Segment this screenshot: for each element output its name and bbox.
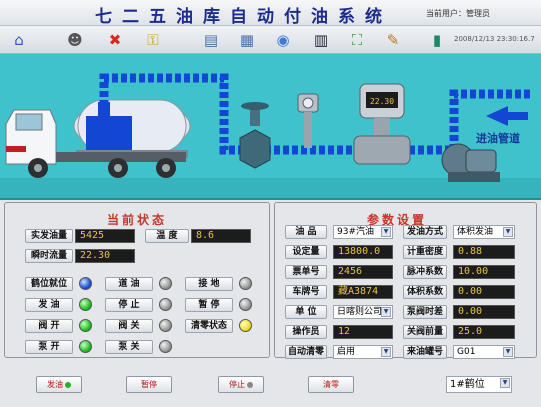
meter-display: 22.30 — [370, 97, 394, 106]
setpoint-label: 设定量 — [285, 245, 327, 259]
chevron-down-icon: ▼ — [503, 347, 513, 357]
pump-valve-delay-label: 泵阀时差 — [403, 305, 447, 319]
valve-open-led — [79, 319, 92, 332]
density-value[interactable]: 0.88 — [453, 245, 515, 259]
users-icon[interactable]: ☻ — [64, 29, 86, 51]
params-section: 参数设置 油 品 93#汽油 ▼ 发油方式 体积发油 ▼ 设定量 13800.0 计… — [274, 202, 537, 359]
indicator-label: 鹤位就位 — [25, 277, 73, 291]
crane-ready-led — [79, 277, 92, 290]
crane-position-select[interactable]: 1#鹤位 ▼ — [446, 376, 512, 393]
lane-led — [159, 277, 172, 290]
valve-open-button[interactable]: 阀 开 — [25, 319, 73, 333]
process-scene: 22.30 进油管道 — [0, 54, 541, 200]
inlet-arrow-icon — [486, 106, 528, 126]
pulse-value[interactable]: 10.00 — [453, 265, 515, 279]
stop-button[interactable]: 停止 — [218, 376, 264, 393]
terminal-icon[interactable]: ▦ — [236, 29, 258, 51]
inlet-label: 进油管道 — [476, 131, 520, 145]
operator-value[interactable]: 12 — [333, 325, 393, 339]
current-user: 当前用户：管理员 — [426, 9, 490, 18]
pulse-label: 脉冲系数 — [403, 265, 447, 279]
pressure-transmitter — [297, 93, 319, 148]
ticket-label: 票单号 — [285, 265, 327, 279]
flow-meter: 22.30 — [353, 83, 411, 165]
flow-rate-value: 22.30 — [75, 249, 135, 263]
status-title: 当前状态 — [107, 213, 168, 227]
process-diagram: 22.30 进油管道 — [0, 73, 541, 198]
clear-status-led — [239, 319, 252, 332]
toolbar: ⌂ ☻ ✖ ⚿ ▤ ▦ ◉ ▥ ⛶ ✎ ▮ 2008/12/13 23:30:1… — [0, 26, 541, 54]
network-icon[interactable]: ⛶ — [346, 29, 368, 51]
monitor-icon[interactable]: ▤ — [200, 29, 222, 51]
clear-button[interactable]: 清零 — [308, 376, 354, 393]
clear-status-label: 清零状态 — [185, 319, 233, 333]
disc-icon[interactable]: ◉ — [272, 29, 294, 51]
chevron-down-icon: ▼ — [381, 227, 391, 237]
datetime: 2008/12/13 23:30:16.7 — [454, 35, 535, 43]
pump-off-led — [159, 340, 172, 353]
status-section: 当前状态 实发油量 5425 温 度 8.6 瞬时流量 22.30 鹤位就位 道… — [4, 202, 270, 358]
volume-coef-value[interactable]: 0.00 — [453, 285, 515, 299]
pre-close-label: 关阀前量 — [403, 325, 447, 339]
chevron-down-icon: ▼ — [500, 378, 510, 388]
title-bar: 七二五油库自动付油系统 当前用户：管理员 — [0, 0, 541, 27]
control-panel: 当前状态 实发油量 5425 温 度 8.6 瞬时流量 22.30 鹤位就位 道… — [0, 200, 541, 364]
key-icon[interactable]: ⚿ — [142, 29, 164, 51]
product-select[interactable]: 93#汽油 ▼ — [333, 225, 393, 239]
auto-zero-label: 自动清零 — [285, 345, 327, 359]
product-label: 油 品 — [285, 225, 327, 239]
app-title: 七二五油库自动付油系统 — [95, 7, 392, 27]
actual-amount-value: 5425 — [75, 229, 135, 243]
chevron-down-icon: ▼ — [381, 307, 391, 317]
chevron-down-icon: ▼ — [381, 347, 391, 357]
unit-label: 单 位 — [285, 305, 327, 319]
pump-valve-delay-value[interactable]: 0.00 — [453, 305, 515, 319]
flow-rate-label: 瞬时流量 — [25, 249, 73, 263]
stop-indicator-button[interactable]: 停 止 — [105, 298, 153, 312]
pause-indicator-button[interactable]: 暂 停 — [185, 298, 233, 312]
unit-select[interactable]: 日喀则公司 ▼ — [333, 305, 393, 319]
operator-label: 操作员 — [285, 325, 327, 339]
status-dot-icon — [65, 381, 71, 388]
density-label: 计重密度 — [403, 245, 447, 259]
plate-value[interactable]: 藏A3874 — [333, 285, 393, 299]
start-button[interactable]: 发油 — [36, 376, 82, 393]
valve-close-button[interactable]: 阀 关 — [105, 319, 153, 333]
valve — [239, 102, 271, 169]
ticket-value[interactable]: 2456 — [333, 265, 393, 279]
start-indicator-button[interactable]: 发 油 — [25, 298, 73, 312]
edit-icon[interactable]: ✎ — [382, 29, 404, 51]
pause-button[interactable]: 暂停 — [126, 376, 172, 393]
ground-led — [239, 277, 252, 290]
pump — [441, 143, 500, 182]
method-select[interactable]: 体积发油 ▼ — [453, 225, 515, 239]
pause-led — [239, 298, 252, 311]
tank-select[interactable]: G01 ▼ — [453, 345, 515, 359]
volume-coef-label: 体积系数 — [403, 285, 447, 299]
pump-off-button[interactable]: 泵 关 — [105, 340, 153, 354]
pre-close-value[interactable]: 25.0 — [453, 325, 515, 339]
home-icon[interactable]: ⌂ — [8, 29, 30, 51]
indicator-label: 接 地 — [185, 277, 233, 291]
indicator-label[interactable]: 道 油 — [105, 277, 153, 291]
plate-label: 车牌号 — [285, 285, 327, 299]
tank-label: 来油罐号 — [403, 345, 447, 359]
temperature-value: 8.6 — [191, 229, 251, 243]
setpoint-value[interactable]: 13800.0 — [333, 245, 393, 259]
pump-on-button[interactable]: 泵 开 — [25, 340, 73, 354]
close-icon[interactable]: ✖ — [104, 29, 126, 51]
temperature-label: 温 度 — [145, 229, 189, 243]
start-led — [79, 298, 92, 311]
status-dot-icon — [247, 381, 253, 388]
stop-led — [159, 298, 172, 311]
chevron-down-icon: ▼ — [503, 227, 513, 237]
chart-icon[interactable]: ▥ — [310, 29, 332, 51]
pump-on-led — [79, 340, 92, 353]
method-label: 发油方式 — [403, 225, 447, 239]
exit-icon[interactable]: ▮ — [426, 29, 448, 51]
action-bar: 发油 暂停 停止 清零 1#鹤位 ▼ — [0, 364, 541, 407]
actual-amount-label: 实发油量 — [25, 229, 73, 243]
auto-zero-select[interactable]: 启用 ▼ — [333, 345, 393, 359]
valve-close-led — [159, 319, 172, 332]
